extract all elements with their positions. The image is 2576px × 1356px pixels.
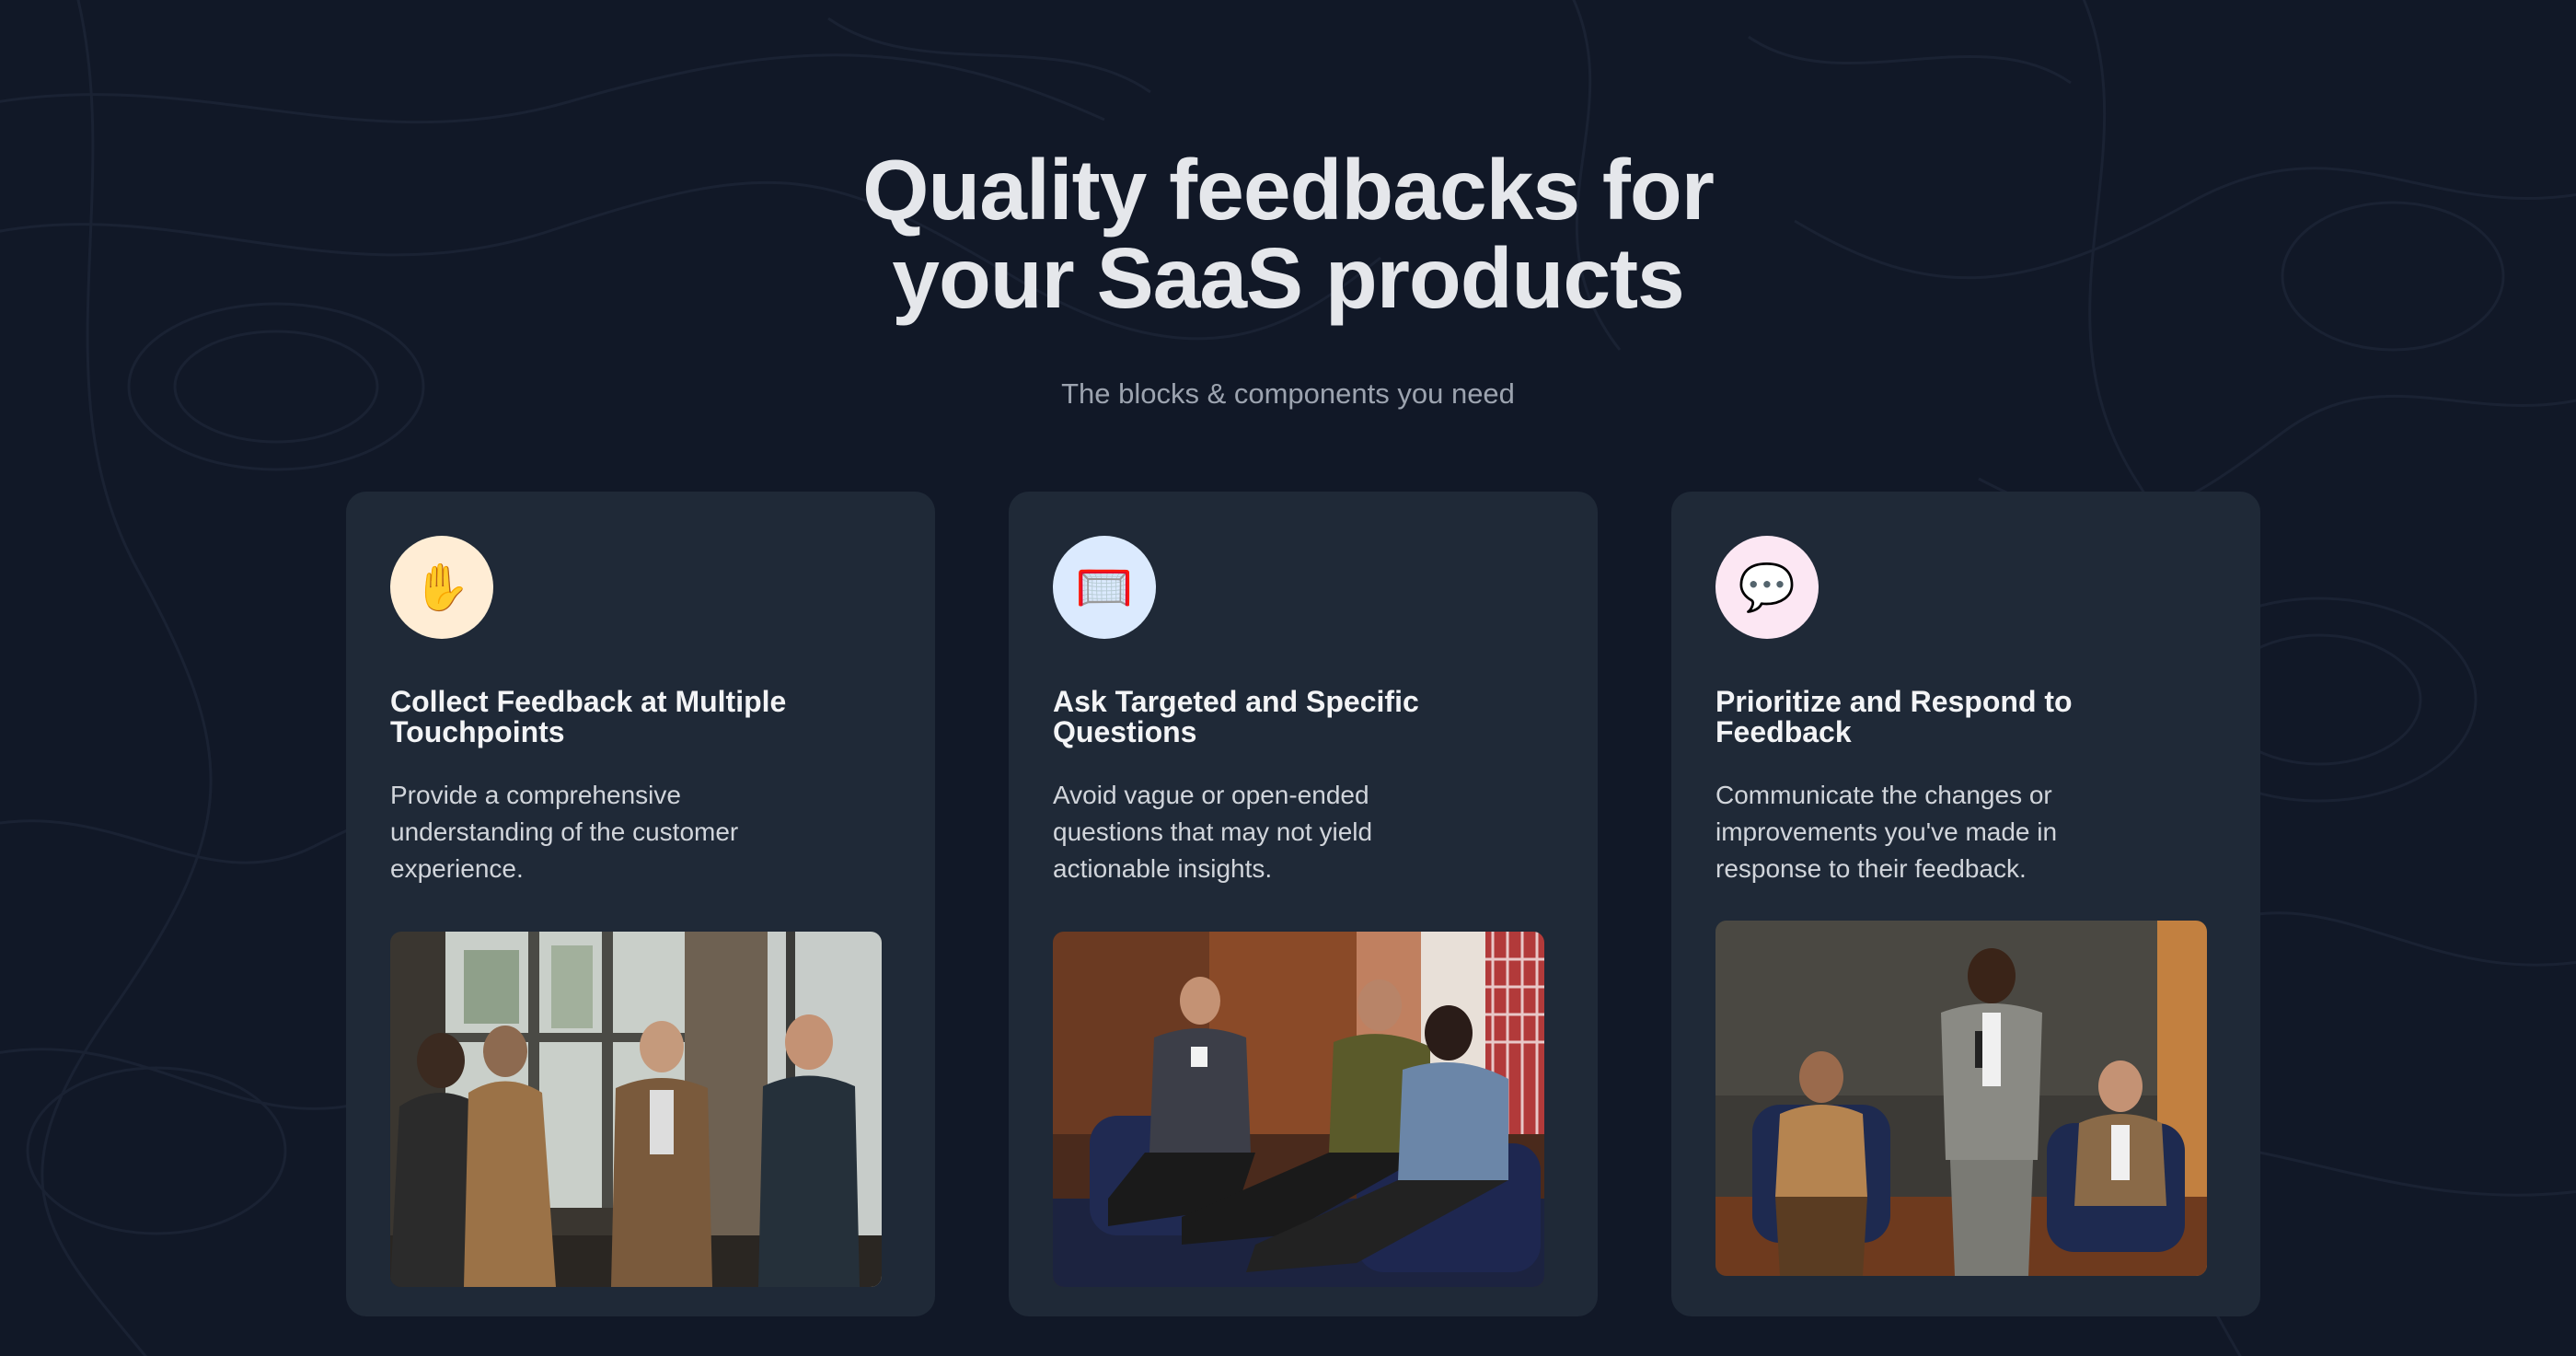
feature-card-description: Provide a comprehensive understanding of… bbox=[390, 781, 739, 883]
feature-card-title: Prioritize and Respond to Feedback bbox=[1715, 685, 2073, 748]
feature-card-targeted-questions: 🥅 Ask Targeted and Specific Questions Av… bbox=[1009, 492, 1598, 1316]
raised-hand-icon: ✋ bbox=[390, 536, 493, 639]
photo-panel-discussion bbox=[1053, 932, 1544, 1287]
photo-men-by-window bbox=[390, 932, 882, 1287]
page-subtitle: The blocks & components you need bbox=[1061, 377, 1515, 410]
feature-card-prioritize-respond: 💬 Prioritize and Respond to Feedback Com… bbox=[1671, 492, 2260, 1316]
feature-card-collect-feedback: ✋ Collect Feedback at Multiple Touchpoin… bbox=[346, 492, 935, 1316]
feature-card-description: Communicate the changes or improvements … bbox=[1715, 781, 2058, 883]
feature-card-title: Ask Targeted and Specific Questions bbox=[1053, 685, 1419, 748]
speech-bubble-icon: 💬 bbox=[1715, 536, 1819, 639]
page-title: Quality feedbacks for your SaaS products bbox=[0, 145, 2576, 322]
feature-card-description: Avoid vague or open-ended questions that… bbox=[1053, 781, 1373, 883]
feature-card-image bbox=[1715, 921, 2207, 1276]
feature-card-image bbox=[390, 932, 882, 1287]
goal-net-icon: 🥅 bbox=[1053, 536, 1156, 639]
page-title-line-2: your SaaS products bbox=[892, 230, 1685, 326]
feature-card-image bbox=[1053, 932, 1544, 1287]
feature-card-title: Collect Feedback at Multiple Touchpoints bbox=[390, 685, 787, 748]
photo-speaker-microphone bbox=[1715, 921, 2207, 1276]
page-title-line-1: Quality feedbacks for bbox=[862, 142, 1715, 238]
